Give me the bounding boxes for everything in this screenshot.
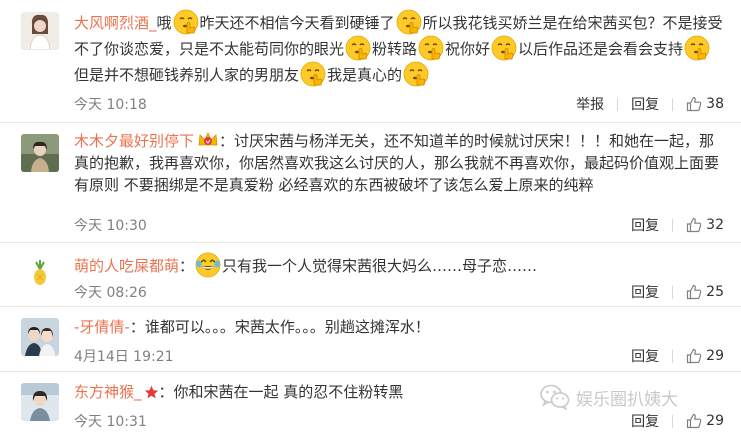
reply-button[interactable]: 回复 <box>631 346 659 366</box>
avatar[interactable] <box>21 134 59 172</box>
shush-emoji-icon <box>491 35 517 61</box>
like-button[interactable]: 38 <box>686 96 724 112</box>
like-button[interactable]: 25 <box>686 284 724 300</box>
reply-button[interactable]: 回复 <box>631 282 659 302</box>
comment-timestamp: 今天 10:31 <box>74 414 147 430</box>
like-count: 38 <box>706 96 724 112</box>
comment-text-part: ： <box>179 257 195 275</box>
laughing-tears-emoji-icon <box>195 252 221 278</box>
shush-emoji-icon <box>684 35 710 61</box>
comment-username[interactable]: 大风啊烈酒_ <box>74 14 157 32</box>
comment-text: 大风啊烈酒_哦 昨天还不相信今天看到硬锤了 所以我花钱买娇兰是在给宋茜买包？不是接受… <box>74 9 726 87</box>
red-star-icon <box>144 385 158 399</box>
comment-text-part: 我是真心的 <box>327 66 403 84</box>
comment-text: 木木夕最好别停下 ：讨厌宋茜与杨洋无关，还不知道羊的时候就讨厌宋！！！和她在一起，… <box>74 130 726 196</box>
avatar[interactable] <box>21 254 59 292</box>
thumbs-up-icon <box>686 96 702 112</box>
like-count: 29 <box>706 413 724 429</box>
crown-badge-icon <box>198 131 218 146</box>
thumbs-up-icon <box>686 348 702 364</box>
like-button[interactable]: 29 <box>686 413 724 429</box>
comment-text: -牙倩倩-：谁都可以。。。宋茜太作。。。别趟这摊浑水！ <box>74 316 726 338</box>
reply-button[interactable]: 回复 <box>631 215 659 235</box>
divider <box>672 97 674 111</box>
avatar[interactable] <box>21 383 59 421</box>
like-count: 29 <box>706 348 724 364</box>
comment-item: 木木夕最好别停下 ：讨厌宋茜与杨洋无关，还不知道羊的时候就讨厌宋！！！和她在一起，… <box>0 122 741 243</box>
like-count: 32 <box>706 217 724 233</box>
comment-actions: 回复 29 <box>631 346 724 366</box>
comment-actions: 回复 32 <box>631 215 724 235</box>
comment-item: 大风啊烈酒_哦 昨天还不相信今天看到硬锤了 所以我花钱买娇兰是在给宋茜买包？不是接受… <box>0 0 741 123</box>
reply-button[interactable]: 回复 <box>631 94 659 114</box>
comment-text-part: 只有我一个人觉得宋茜很大妈么……母子恋…… <box>222 257 538 275</box>
wechat-logo-icon <box>540 384 570 410</box>
like-button[interactable]: 29 <box>686 348 724 364</box>
comment-username[interactable]: 木木夕最好别停下 <box>74 132 194 150</box>
comment-timestamp: 今天 10:30 <box>74 218 147 234</box>
watermark: 娱乐圈扒姨大 <box>540 384 678 410</box>
comment-username[interactable]: 萌的人吃屎都萌 <box>74 257 179 275</box>
comment-text-part: ：谁都可以。。。宋茜太作。。。别趟这摊浑水！ <box>129 318 430 336</box>
avatar[interactable] <box>21 12 59 50</box>
comment-text-part: 哦 <box>156 14 172 32</box>
comment-text-part: 祝你好 <box>445 40 491 58</box>
reply-button[interactable]: 回复 <box>631 411 659 431</box>
comment-text-part: 粉转路 <box>372 40 418 58</box>
shush-emoji-icon <box>173 9 199 35</box>
thumbs-up-icon <box>686 284 702 300</box>
divider <box>672 414 674 428</box>
divider <box>672 349 674 363</box>
shush-emoji-icon <box>396 9 422 35</box>
comment-item: -牙倩倩-：谁都可以。。。宋茜太作。。。别趟这摊浑水！ 4月14日 19:21 … <box>0 306 741 372</box>
comment-username[interactable]: 东方神猴_ <box>74 383 142 401</box>
like-button[interactable]: 32 <box>686 217 724 233</box>
comment-text: 萌的人吃屎都萌： 只有我一个人觉得宋茜很大妈么……母子恋…… <box>74 252 726 278</box>
comment-actions: 回复 25 <box>631 282 724 302</box>
divider <box>672 218 674 232</box>
avatar[interactable] <box>21 318 59 356</box>
shush-emoji-icon <box>418 35 444 61</box>
comment-timestamp: 今天 08:26 <box>74 285 147 301</box>
shush-emoji-icon <box>403 61 429 87</box>
thumbs-up-icon <box>686 217 702 233</box>
divider <box>617 97 619 111</box>
comment-actions: 举报 回复 38 <box>576 94 724 114</box>
report-button[interactable]: 举报 <box>576 94 604 114</box>
comment-text-part: ：你和宋茜在一起 真的忍不住粉转黑 <box>158 383 404 401</box>
comment-text-part: 昨天还不相信今天看到硬锤了 <box>199 14 395 32</box>
divider <box>672 285 674 299</box>
comment-text-part: 以后作品还是会看会支持 <box>518 40 684 58</box>
comment-username[interactable]: -牙倩倩- <box>74 318 130 336</box>
comment-actions: 回复 29 <box>631 411 724 431</box>
shush-emoji-icon <box>300 61 326 87</box>
comment-timestamp: 今天 10:18 <box>74 97 147 113</box>
watermark-text: 娱乐圈扒姨大 <box>576 389 678 410</box>
comment-timestamp: 4月14日 19:21 <box>74 349 174 365</box>
comment-text-part: 但是并不想砸钱养别人家的男朋友 <box>74 66 300 84</box>
shush-emoji-icon <box>345 35 371 61</box>
comment-item: 萌的人吃屎都萌： 只有我一个人觉得宋茜很大妈么……母子恋…… 今天 08:26 回… <box>0 242 741 307</box>
like-count: 25 <box>706 284 724 300</box>
thumbs-up-icon <box>686 413 702 429</box>
